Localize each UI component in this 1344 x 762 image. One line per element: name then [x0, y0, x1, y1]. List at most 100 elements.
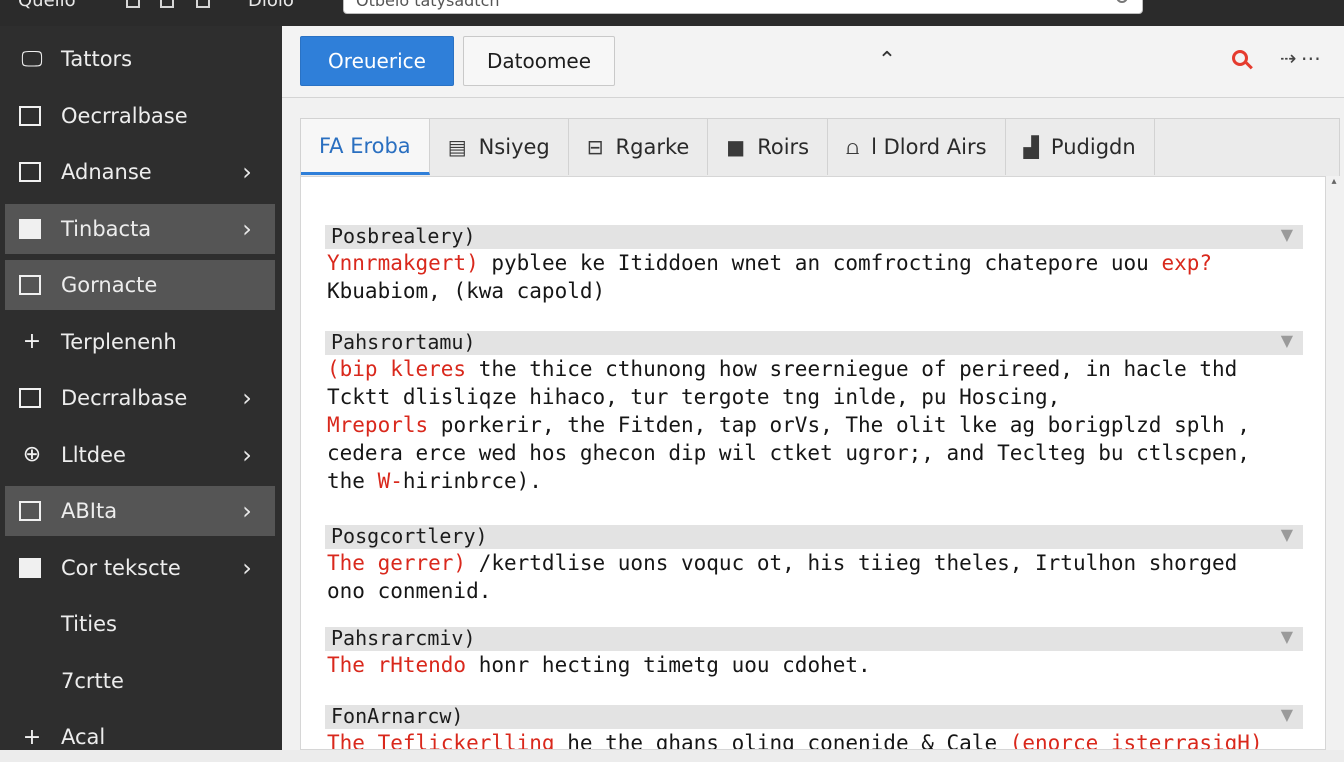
sidebar-item[interactable]: 7crtte — [5, 656, 275, 706]
sidebar-item[interactable]: Gornacte — [5, 260, 275, 310]
sidebar-item[interactable]: Tities — [5, 599, 275, 649]
top-bar: Quelio Diolo — [0, 0, 1344, 26]
highlighted-text: (enorce isterrasigH) — [1009, 731, 1263, 750]
plus-icon: + — [22, 329, 42, 354]
tab-item[interactable]: ■ Roirs — [708, 119, 829, 175]
sidebar-item[interactable]: Decrralbase › — [5, 373, 275, 423]
section-title: Pahsrortamu) — [331, 330, 476, 354]
highlighted-text: Ynnrmakgert) — [327, 251, 492, 275]
sidebar-item[interactable]: + Terplenenh — [5, 317, 275, 367]
chevron-right-icon[interactable]: › — [237, 384, 257, 412]
sidebar-item[interactable]: Oecrralbase — [5, 91, 275, 141]
tab-item[interactable]: ▤ Nsiyeg — [430, 119, 569, 175]
sidebar-item-label: Tities — [61, 612, 117, 636]
section-title: Posbrealery) — [331, 224, 476, 248]
monitor-icon: 🖵 — [21, 46, 43, 72]
sidebar-item-label: Gornacte — [61, 273, 158, 297]
content-area: Posbrealery) ▼ Ynnrmakgert) pyblee ke Itid… — [300, 176, 1326, 750]
square-icon — [19, 162, 41, 182]
section-body: The rHtendo honr hecting timetg uou cdoh… — [327, 651, 1297, 679]
folder-icon — [19, 105, 41, 126]
chevron-right-icon[interactable]: › — [237, 497, 257, 525]
chevron-down-icon[interactable]: ▼ — [1281, 627, 1293, 646]
collapse-chevron-icon[interactable]: ⌃ — [876, 50, 898, 72]
chevron-right-icon[interactable]: › — [237, 158, 257, 186]
forward-icon[interactable] — [160, 0, 174, 8]
tab-item[interactable]: FA Eroba — [301, 119, 430, 175]
body-text: pyblee ke Itiddoen wnet an comfrocting c… — [491, 251, 1162, 275]
section-header[interactable]: Pahsrarcmiv) ▼ — [325, 626, 1303, 651]
body-text: porkerir, the Fitden, tap orVs, The olit… — [440, 413, 1250, 437]
chevron-right-icon[interactable]: › — [237, 441, 257, 469]
text-line: the W-hirinbrce). — [327, 467, 1297, 495]
section-header[interactable]: FonArnarcw) ▼ — [325, 704, 1303, 729]
primary-button[interactable]: Oreuerice — [300, 36, 454, 86]
plus-icon: + — [22, 724, 42, 750]
section-body: (bip kleres the thice cthunong how sreer… — [327, 355, 1297, 495]
secondary-button[interactable]: Datoomee — [463, 36, 615, 86]
chevron-down-icon[interactable]: ▼ — [1281, 331, 1293, 350]
highlighted-text: (bip kleres — [327, 357, 479, 381]
more-options-icon[interactable]: ⇢⋯ — [1280, 46, 1340, 74]
toolbar: Oreuerice Datoomee ⌃ ⇢⋯ — [282, 26, 1344, 98]
text-line: Kbuabiom, (kwa capold) — [327, 277, 1297, 305]
text-line: The gerrer) /kertdlise uons voquc ot, hi… — [327, 549, 1297, 577]
sidebar-item-label: Lltdee — [61, 442, 126, 467]
section-header[interactable]: Posgcortlery) ▼ — [325, 524, 1303, 549]
tab-bar: FA Eroba ▤ Nsiyeg ⊟ Rgarke ■ Roirs ⩍ l Dlord Air… — [300, 118, 1340, 176]
sidebar-item-label: Terplenenh — [61, 329, 177, 354]
body-text: ono conmenid. — [327, 579, 492, 603]
image-icon — [19, 218, 41, 239]
sidebar-item-label: Adnanse — [61, 160, 152, 184]
export-icon — [19, 275, 41, 295]
back-icon[interactable] — [126, 0, 140, 8]
folder-icon — [19, 388, 41, 408]
sidebar-item-label: Acal — [61, 725, 106, 749]
text-line: (bip kleres the thice cthunong how sreer… — [327, 355, 1297, 383]
chevron-right-icon[interactable]: › — [237, 215, 257, 243]
body-text: Tcktt dlisliqze hihaco, tur tergote tng … — [327, 385, 1061, 409]
sidebar-item[interactable]: ABIta › — [5, 486, 275, 536]
chevron-down-icon[interactable]: ▼ — [1281, 225, 1293, 244]
address-search-box[interactable] — [343, 0, 1143, 14]
highlighted-text: The Teflickerlling — [327, 731, 568, 750]
chevron-down-icon[interactable]: ▼ — [1281, 525, 1293, 544]
chevron-right-icon[interactable]: › — [237, 554, 257, 582]
highlighted-text: W- — [377, 469, 403, 493]
bars-icon: ⩍ — [846, 135, 860, 159]
search-icon[interactable] — [1232, 50, 1253, 70]
section-header[interactable]: Posbrealery) ▼ — [325, 224, 1303, 249]
sidebar-item-label: 7crtte — [61, 668, 124, 693]
search-icon[interactable] — [1116, 0, 1128, 3]
body-text: he the ghans oling conenide & Cale — [567, 731, 1010, 750]
scroll-up-icon[interactable]: ▴ — [1328, 176, 1340, 188]
text-line: The Teflickerlling he the ghans oling co… — [327, 729, 1297, 750]
building-icon: ▟ — [1023, 135, 1039, 159]
main-panel: Oreuerice Datoomee ⌃ ⇢⋯ FA Eroba ▤ Nsiyeg ⊟… — [282, 26, 1344, 750]
sidebar-item[interactable]: + Acal — [5, 712, 275, 762]
tab-item[interactable]: ⊟ Rgarke — [569, 119, 709, 175]
tab-label: Roirs — [757, 135, 810, 159]
tab-label: Rgarke — [615, 135, 690, 159]
sidebar-item[interactable]: Cor tekscte › — [5, 543, 275, 593]
sidebar-item[interactable]: Tinbacta › — [5, 203, 275, 254]
sidebar-item[interactable]: ⊕ Lltdee › — [5, 430, 275, 480]
tab-item[interactable]: ▟ Pudigdn — [1006, 119, 1155, 175]
sidebar-item-label: Tinbacta — [61, 216, 152, 241]
chevron-down-icon[interactable]: ▼ — [1281, 705, 1293, 724]
body-text: Kbuabiom, (kwa capold) — [327, 279, 606, 303]
tab-item[interactable]: ⩍ l Dlord Airs — [828, 119, 1006, 175]
window-tab-label[interactable]: Diolo — [248, 0, 294, 11]
section-header[interactable]: Pahsrortamu) ▼ — [325, 330, 1303, 355]
text-line: cedera erce wed hos ghecon dip wil ctket… — [327, 439, 1297, 467]
highlighted-text: exp? — [1161, 251, 1213, 275]
body-text: the thice cthunong how sreerniegue of pe… — [478, 357, 1238, 381]
sidebar-item[interactable]: 🖵 Tattors — [5, 34, 275, 84]
page-icon[interactable] — [196, 0, 210, 8]
sidebar-item-label: Tattors — [61, 47, 133, 71]
address-search-input[interactable] — [356, 0, 1096, 13]
app-title: Quelio — [18, 0, 76, 11]
section-title: Pahsrarcmiv) — [331, 626, 476, 650]
sidebar-item[interactable]: Adnanse › — [5, 147, 275, 197]
tab-label: Nsiyeg — [478, 135, 550, 159]
